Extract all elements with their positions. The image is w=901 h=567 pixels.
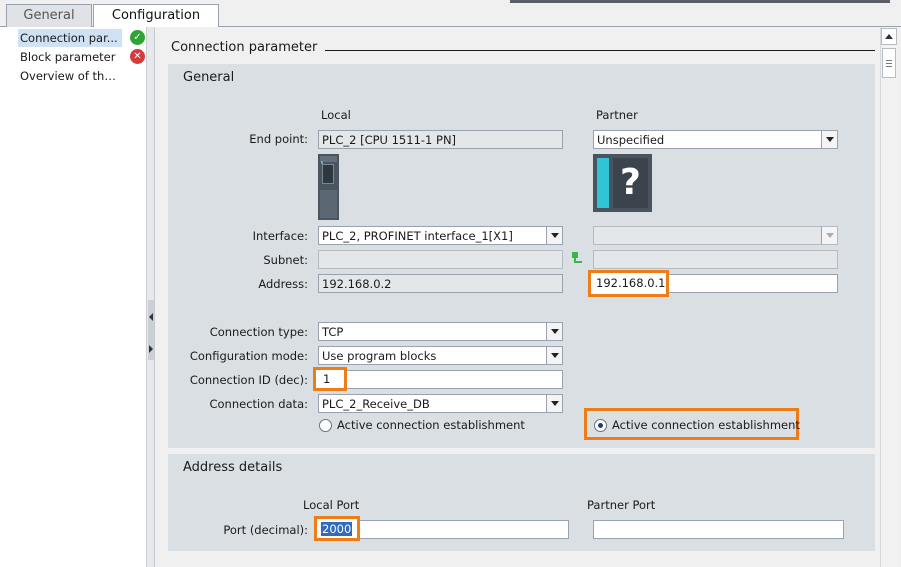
title-bar-edge (510, 0, 890, 3)
local-end-point-field: PLC_2 [CPU 1511-1 PN] (318, 130, 563, 149)
address-details-title: Address details (183, 460, 283, 475)
partner-port-input[interactable] (593, 520, 844, 539)
partner-address-value[interactable]: 192.168.0.1 (588, 270, 669, 297)
nav-item-block-parameter[interactable]: Block parameter (18, 48, 122, 66)
page-title: Connection parameter (171, 40, 318, 55)
subnet-label: Subnet: (263, 253, 308, 267)
partner-active-label: Active connection establishment (612, 418, 800, 432)
unknown-device-icon: ? (593, 154, 652, 212)
partner-end-point-dropdown[interactable]: Unspecified (593, 130, 838, 149)
configuration-mode-dropdown[interactable]: Use program blocks (318, 346, 563, 365)
chevron-down-icon[interactable] (821, 131, 837, 148)
local-subnet-field (318, 250, 563, 269)
panel-splitter[interactable] (147, 27, 155, 567)
plc-device-icon (318, 154, 339, 220)
partner-interface-dropdown (593, 226, 838, 245)
connection-data-value: PLC_2_Receive_DB (322, 397, 430, 411)
chevron-down-icon[interactable] (546, 395, 562, 412)
partner-column-header: Partner (596, 108, 638, 122)
local-active-radio[interactable] (319, 419, 332, 432)
configuration-mode-value: Use program blocks (322, 349, 437, 363)
left-nav-panel: Connection par... ✓ Block parameter ✕ Ov… (0, 27, 147, 567)
chevron-down-icon[interactable] (546, 347, 562, 364)
tab-strip: General Configuration (0, 0, 901, 28)
nav-item-connection-parameter[interactable]: Connection par... (18, 29, 122, 47)
scroll-up-icon[interactable] (881, 28, 897, 45)
partner-active-radio[interactable] (594, 419, 607, 432)
vertical-scrollbar[interactable] (880, 27, 898, 567)
local-active-label: Active connection establishment (337, 418, 525, 432)
partner-subnet-field (593, 250, 838, 269)
partner-end-point-value: Unspecified (597, 133, 665, 147)
network-connector (574, 261, 582, 263)
title-divider (325, 50, 875, 51)
chevron-down-icon (821, 227, 837, 244)
connection-id-label: Connection ID (dec): (189, 373, 308, 387)
local-interface-dropdown[interactable]: PLC_2, PROFINET interface_1[X1] (318, 226, 563, 245)
local-port-value[interactable]: 2000 (314, 516, 360, 541)
error-circle-icon: ✕ (130, 49, 145, 64)
local-interface-value: PLC_2, PROFINET interface_1[X1] (322, 229, 513, 243)
chevron-down-icon[interactable] (546, 227, 562, 244)
local-column-header: Local (321, 108, 351, 122)
interface-label: Interface: (252, 229, 308, 243)
address-label: Address: (258, 277, 308, 291)
configuration-mode-label: Configuration mode: (189, 349, 308, 363)
tab-general[interactable]: General (6, 4, 92, 27)
local-port-header: Local Port (303, 498, 360, 512)
connection-type-dropdown[interactable]: TCP (318, 322, 563, 341)
partner-port-header: Partner Port (587, 498, 656, 512)
connection-id-value[interactable]: 1 (313, 367, 347, 391)
general-section-title: General (183, 70, 235, 85)
port-label: Port (decimal): (223, 523, 308, 537)
nav-item-overview[interactable]: Overview of the ... (18, 67, 122, 85)
chevron-down-icon[interactable] (546, 323, 562, 340)
connection-type-value: TCP (322, 325, 344, 339)
connection-data-dropdown[interactable]: PLC_2_Receive_DB (318, 394, 563, 413)
tab-configuration[interactable]: Configuration (93, 4, 219, 28)
local-address-field: 192.168.0.2 (318, 274, 563, 293)
local-port-selected-text: 2000 (321, 522, 353, 536)
end-point-label: End point: (249, 132, 308, 146)
scroll-thumb[interactable] (882, 48, 896, 78)
connection-data-label: Connection data: (209, 397, 308, 411)
collapse-left-icon[interactable] (149, 313, 153, 321)
connection-id-input[interactable] (318, 370, 563, 389)
connection-type-label: Connection type: (209, 325, 308, 339)
check-circle-icon: ✓ (130, 30, 145, 45)
